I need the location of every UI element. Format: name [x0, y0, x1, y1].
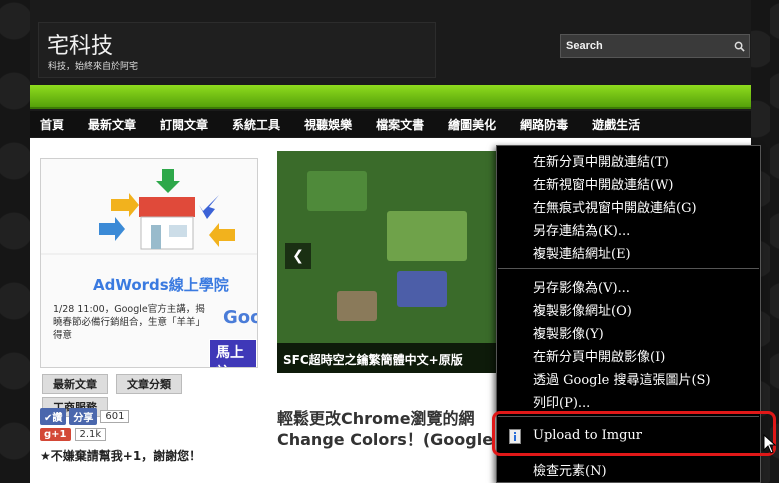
featured-slider[interactable]: ❮ SFC超時空之鑰繁簡體中文+原版 — [277, 151, 523, 373]
search-icon[interactable] — [729, 35, 749, 57]
facebook-share: ✔讚 分享 601 — [40, 408, 130, 425]
nav-item-system-tools[interactable]: 系統工具 — [232, 116, 280, 133]
tab-categories[interactable]: 文章分類 — [116, 374, 182, 394]
nav-item-media[interactable]: 視聽娛樂 — [304, 116, 352, 133]
like-button[interactable]: ✔讚 — [40, 408, 67, 425]
mouse-cursor-icon — [763, 433, 777, 458]
menu-item-open-link-new-window[interactable]: 在新視窗中開啟連結(W) — [533, 174, 674, 193]
nav-item-documents[interactable]: 檔案文書 — [376, 116, 424, 133]
nav-item-subscribe[interactable]: 訂閱文章 — [160, 116, 208, 133]
site-tagline: 科技，始終來自於阿宅 — [48, 62, 139, 72]
menu-item-save-image-as[interactable]: 另存影像為(V)... — [533, 277, 630, 296]
slider-prev-button[interactable]: ❮ — [285, 243, 311, 269]
nav-item-games[interactable]: 遊戲生活 — [592, 116, 640, 133]
menu-item-copy-link-address[interactable]: 複製連結網址(E) — [533, 243, 631, 262]
ad-title[interactable]: AdWords線上學院 — [93, 274, 229, 295]
slider-image-tile — [397, 271, 447, 307]
slider-caption[interactable]: SFC超時空之鑰繁簡體中文+原版 — [277, 343, 523, 373]
ad-logo: Goo — [223, 307, 257, 328]
menu-item-open-link-incognito[interactable]: 在無痕式視窗中開啟連結(G) — [533, 197, 697, 216]
search-box — [560, 34, 750, 58]
menu-item-inspect-element[interactable]: 檢查元素(N) — [533, 460, 607, 479]
menu-separator — [498, 268, 759, 269]
menu-item-search-google-image[interactable]: 透過 Google 搜尋這張圖片(S) — [533, 369, 711, 388]
share-count: 601 — [100, 410, 130, 423]
menu-item-save-link-as[interactable]: 另存連結為(K)... — [533, 220, 630, 239]
slider-image-tile — [387, 211, 467, 261]
gplus-button[interactable]: g+1 — [40, 428, 71, 441]
ad-cta-button[interactable]: 馬上註 — [209, 339, 257, 367]
site-title[interactable]: 宅科技 — [47, 28, 113, 60]
menu-item-copy-image[interactable]: 複製影像(Y) — [533, 323, 604, 342]
tab-latest[interactable]: 最新文章 — [42, 374, 108, 394]
gplus-share: g+1 2.1k — [40, 428, 107, 441]
menu-item-open-image-new-tab[interactable]: 在新分頁中開啟影像(I) — [533, 346, 665, 365]
nav-item-security[interactable]: 網路防毒 — [520, 116, 568, 133]
site-header[interactable]: 宅科技 科技，始終來自於阿宅 — [38, 22, 436, 78]
highlight-box — [492, 411, 776, 456]
nav-item-latest[interactable]: 最新文章 — [88, 116, 136, 133]
slider-image-tile — [337, 291, 377, 321]
post-title-line2[interactable]: Change Colors！(Google — [277, 429, 517, 450]
share-button[interactable]: 分享 — [69, 408, 98, 425]
nav-item-graphics[interactable]: 繪圖美化 — [448, 116, 496, 133]
post-title-line1[interactable]: 輕鬆更改Chrome瀏覽的網 — [277, 408, 517, 429]
main-nav: 首頁 最新文章 訂閱文章 系統工具 視聽娛樂 檔案文書 繪圖美化 網路防毒 遊戲… — [30, 111, 751, 137]
menu-item-open-link-new-tab[interactable]: 在新分頁中開啟連結(T) — [533, 151, 669, 170]
menu-item-copy-image-address[interactable]: 複製影像網址(O) — [533, 300, 632, 319]
slider-image-tile — [307, 171, 367, 211]
plus-one-slogan: ★不嫌棄請幫我+1，謝謝您！ — [40, 449, 202, 463]
menu-item-print[interactable]: 列印(P)... — [533, 392, 590, 411]
ad-text: 1/28 11:00，Google官方主講，揭曉春節必備行銷組合，生意「羊羊」得… — [53, 304, 206, 341]
post-title[interactable]: 輕鬆更改Chrome瀏覽的網 Change Colors！(Google — [277, 408, 517, 450]
accent-bar — [30, 85, 751, 109]
search-input[interactable] — [561, 35, 729, 57]
ad-illustration — [41, 169, 257, 255]
gplus-count: 2.1k — [74, 428, 107, 441]
ad-banner[interactable]: AdWords線上學院 1/28 11:00，Google官方主講，揭曉春節必備… — [40, 158, 258, 368]
nav-item-home[interactable]: 首頁 — [40, 116, 64, 133]
